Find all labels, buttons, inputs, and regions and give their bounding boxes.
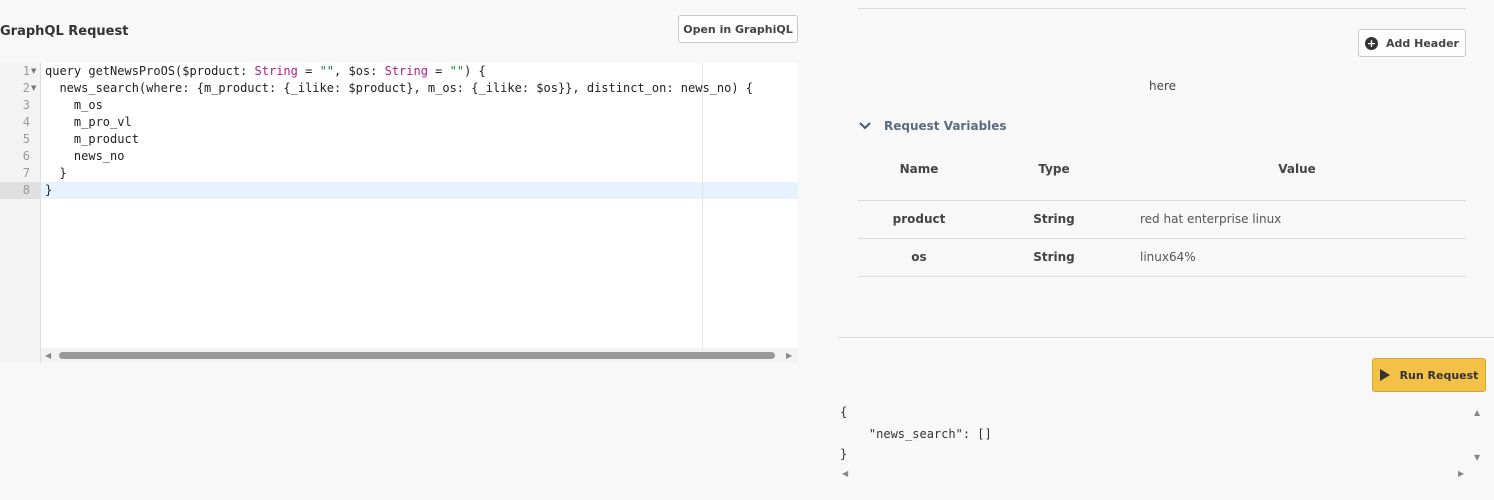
code-line[interactable]: m_os <box>45 97 103 114</box>
code-token: "" <box>319 64 335 78</box>
line-number: 6 <box>22 149 30 163</box>
code-token: } <box>45 183 53 197</box>
scroll-right-icon[interactable]: ▶ <box>786 351 792 360</box>
divider <box>838 337 1494 338</box>
variable-type: String <box>1033 250 1075 264</box>
code-token: } <box>45 166 67 180</box>
code-line[interactable]: } <box>45 165 67 182</box>
chevron-down-icon <box>859 122 871 130</box>
code-token: String <box>384 64 428 78</box>
variable-value[interactable]: red hat enterprise linux <box>1140 212 1281 226</box>
code-line[interactable]: } <box>45 182 52 199</box>
variable-type: String <box>1033 212 1075 226</box>
variable-name: os <box>911 250 927 264</box>
add-header-button[interactable]: + Add Header <box>1358 29 1466 57</box>
code-token: , $os: <box>334 64 385 78</box>
editor-horizontal-scrollbar[interactable]: ◀ ▶ <box>41 348 798 363</box>
response-line: } <box>840 447 848 461</box>
request-variables-toggle[interactable]: Request Variables <box>858 119 1007 133</box>
column-header-type: Type <box>1038 162 1070 176</box>
plus-circle-icon: + <box>1365 36 1379 50</box>
variable-name: product <box>892 212 946 226</box>
scroll-down-icon[interactable]: ▼ <box>1474 453 1480 462</box>
scroll-up-icon[interactable]: ▲ <box>1474 408 1480 417</box>
graphql-request-pane: GraphQL Request Open in GraphiQL 1 2 3 4 5 6 7… <box>0 0 800 500</box>
code-token: = <box>427 64 450 78</box>
divider <box>858 8 1466 9</box>
code-token: ) { <box>464 64 486 78</box>
code-token: m_os <box>45 98 103 112</box>
code-token: news_no <box>45 149 125 163</box>
code-token: m_pro_vl <box>45 115 132 129</box>
query-editor[interactable]: 1 2 3 4 5 6 7 8 ▼ ▼ query getNewsProOS($product… <box>0 63 798 363</box>
variable-value[interactable]: linux64% <box>1140 250 1196 264</box>
code-token: String <box>254 64 298 78</box>
print-margin <box>702 63 703 348</box>
headers-placeholder-text: here <box>1149 79 1177 93</box>
code-line[interactable]: news_no <box>45 148 125 165</box>
line-number: 2 <box>22 81 30 95</box>
code-token: query getNewsProOS($product: <box>45 64 255 78</box>
code-token: = <box>297 64 320 78</box>
code-line[interactable]: news_search(where: {m_product: {_ilike: … <box>45 80 753 97</box>
response-line: "news_search": [] <box>840 427 992 441</box>
code-line[interactable]: query getNewsProOS($product: String = ""… <box>45 63 486 80</box>
response-viewer[interactable]: { "news_search": [] } ▲ ▼ ◀ ▶ <box>838 403 1486 483</box>
code-token: news_search(where: {m_product: {_ilike: … <box>45 81 754 95</box>
active-line-highlight <box>41 182 798 199</box>
column-header-name: Name <box>899 162 939 176</box>
code-area[interactable]: query getNewsProOS($product: String = ""… <box>41 63 798 363</box>
request-variables-label: Request Variables <box>884 119 1007 133</box>
request-config-pane: + Add Header here Request Variables Name… <box>838 0 1494 500</box>
response-line: { <box>840 405 848 419</box>
run-request-label: Run Request <box>1399 368 1479 382</box>
code-line[interactable]: m_product <box>45 131 139 148</box>
add-header-label: Add Header <box>1386 36 1459 50</box>
fold-arrow-icon[interactable]: ▼ <box>31 80 40 97</box>
scrollbar-thumb[interactable] <box>59 352 775 359</box>
line-number: 4 <box>22 115 30 129</box>
line-number: 1 <box>22 64 30 78</box>
table-bottom-border <box>858 276 1466 277</box>
code-line[interactable]: m_pro_vl <box>45 114 132 131</box>
scroll-left-icon[interactable]: ◀ <box>45 351 51 360</box>
scroll-right-icon[interactable]: ▶ <box>1458 469 1464 478</box>
run-request-button[interactable]: Run Request <box>1372 358 1486 392</box>
line-number: 3 <box>22 98 30 112</box>
line-number: 8 <box>22 183 30 197</box>
open-in-graphiql-button[interactable]: Open in GraphiQL <box>678 15 798 43</box>
code-token: "" <box>449 64 465 78</box>
table-row: os String linux64% <box>858 238 1466 276</box>
play-icon <box>1379 369 1390 381</box>
graphql-request-title: GraphQL Request <box>0 24 129 39</box>
scroll-left-icon[interactable]: ◀ <box>842 469 848 478</box>
table-row: product String red hat enterprise linux <box>858 200 1466 238</box>
code-token: m_product <box>45 132 139 146</box>
line-number: 7 <box>22 166 30 180</box>
line-number: 5 <box>22 132 30 146</box>
response-horizontal-scrollbar[interactable]: ◀ ▶ <box>838 465 1478 481</box>
column-header-value: Value <box>1278 162 1316 176</box>
fold-arrow-icon[interactable]: ▼ <box>31 63 40 80</box>
editor-gutter: 1 2 3 4 5 6 7 8 ▼ ▼ <box>0 63 41 363</box>
